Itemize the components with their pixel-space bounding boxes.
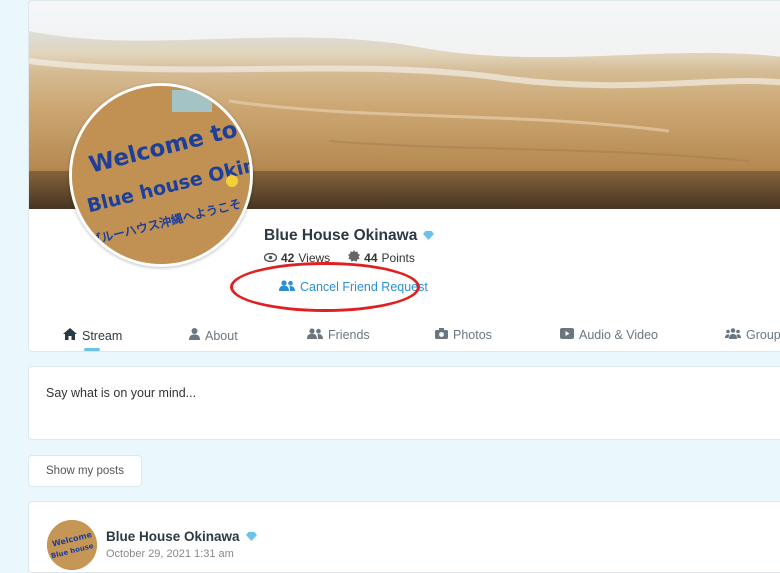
verified-icon [245,529,257,544]
tab-friends[interactable]: Friends [307,328,370,342]
eye-icon [263,251,278,265]
post-composer[interactable]: Say what is on your mind... [28,366,780,440]
points-label: Points [381,250,415,265]
profile-avatar[interactable]: Welcome to Blue house Okinawa ブルーハウス沖縄へよ… [69,83,253,267]
group-icon [725,328,741,342]
badge-icon [348,250,361,265]
post-author-avatar[interactable]: Welcome Blue house [47,520,97,570]
video-icon [560,328,574,342]
profile-name-text: Blue House Okinawa [264,227,418,244]
user-icon [189,328,200,343]
show-my-posts-button[interactable]: Show my posts [28,455,142,487]
views-count: 42 [281,250,295,265]
active-tab-indicator [84,348,100,351]
home-icon [63,328,77,343]
tab-groups[interactable]: Groups [725,328,780,342]
users-icon [307,328,323,342]
cancel-friend-request-label: Cancel Friend Request [300,280,428,294]
tab-label: Stream [82,328,123,343]
users-icon [279,280,295,294]
tab-audio-video[interactable]: Audio & Video [560,328,658,342]
profile-name: Blue House Okinawa [264,227,435,245]
verified-icon [423,227,435,245]
points-count: 44 [364,250,378,265]
tab-stream[interactable]: Stream [63,328,122,343]
tab-label: Groups [746,328,780,342]
profile-tabs: Stream About Friends Photos Audio & Vide… [29,321,780,351]
tab-label: Friends [328,328,370,342]
post-date: October 29, 2021 1:31 am [106,548,234,560]
views-label: Views [298,250,331,265]
profile-card: Welcome to Blue house Okinawa ブルーハウス沖縄へよ… [28,0,780,352]
post-author-name: Blue House Okinawa [106,529,240,544]
post-author[interactable]: Blue House Okinawa [106,529,257,544]
tab-label: Audio & Video [579,328,658,342]
composer-placeholder: Say what is on your mind... [46,386,197,400]
tab-label: About [205,328,238,343]
post-card: Welcome Blue house Blue House Okinawa Oc… [28,501,780,573]
tab-about[interactable]: About [189,328,238,343]
tab-label: Photos [453,328,492,342]
cancel-friend-request-button[interactable]: Cancel Friend Request [279,280,428,294]
tab-photos[interactable]: Photos [435,328,492,342]
camera-icon [435,328,448,342]
profile-stats: 42 Views 44 Points [263,250,415,265]
